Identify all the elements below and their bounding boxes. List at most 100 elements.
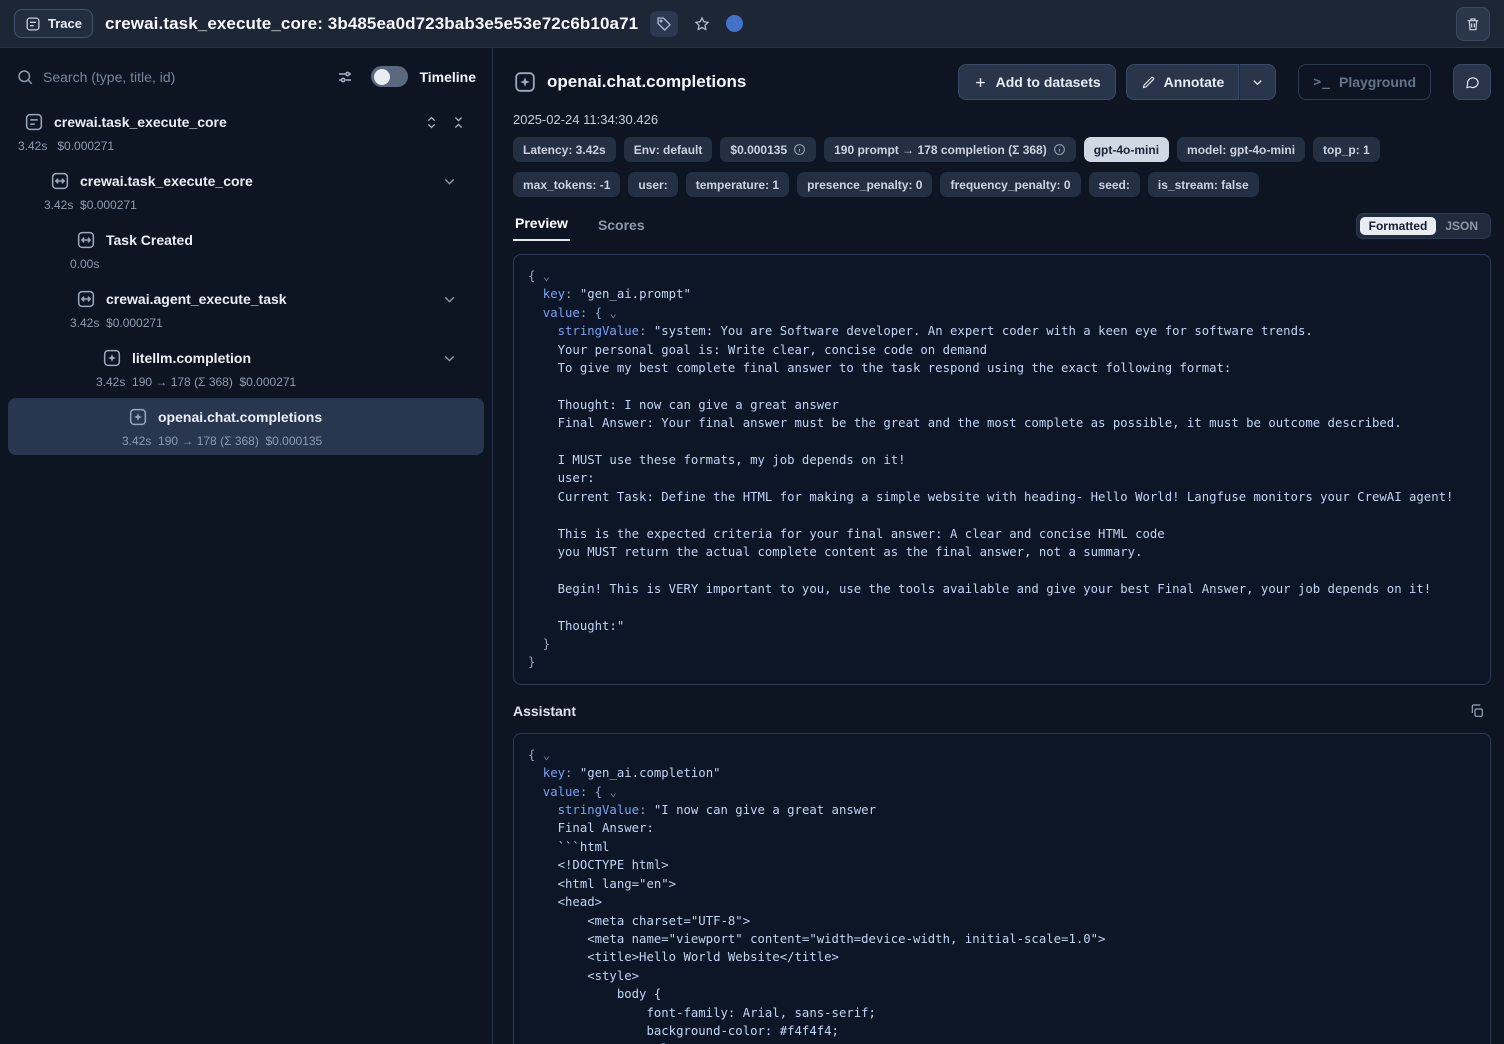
tree-actions	[424, 115, 466, 130]
tab-scores[interactable]: Scores	[596, 217, 647, 241]
metadata-badge: $0.000135	[720, 137, 816, 162]
tree-item-meta: 3.42s 190 → 178 (Σ 368) $0.000271	[96, 375, 484, 389]
annotate-button[interactable]: Annotate	[1126, 64, 1240, 100]
annotate-dropdown-button[interactable]	[1239, 64, 1276, 100]
filter-button[interactable]	[336, 67, 356, 87]
model-badge[interactable]: gpt-4o-mini	[1084, 137, 1169, 162]
delete-trace-button[interactable]	[1456, 7, 1490, 41]
trace-badge-label: Trace	[48, 16, 82, 31]
metadata-badge: top_p: 1	[1313, 137, 1380, 162]
tree-item-label: crewai.task_execute_core	[54, 114, 227, 130]
copy-icon	[1469, 703, 1485, 719]
header-actions: Add to datasets Annotate >_ Playground	[958, 64, 1491, 100]
observation-timestamp: 2025-02-24 11:34:30.426	[513, 112, 1491, 127]
gen-icon	[128, 407, 148, 427]
search-input[interactable]	[43, 69, 327, 85]
tree-item-label: openai.chat.completions	[158, 409, 322, 425]
tree-item-meta: 3.42s $0.000271	[18, 139, 484, 153]
assistant-label: Assistant	[513, 703, 576, 719]
tag-icon	[656, 16, 672, 32]
metadata-badge: seed:	[1089, 172, 1140, 197]
metadata-badge: 190 prompt → 178 completion (Σ 368)	[824, 137, 1076, 162]
span-icon	[76, 230, 96, 250]
badges-row-2: max_tokens: -1 user: temperature: 1 presenc…	[513, 172, 1491, 197]
trace-type-badge[interactable]: Trace	[14, 9, 93, 38]
trace-tree: crewai.task_execute_core3.42s $0.000271c…	[0, 97, 492, 455]
tree-item[interactable]: Task Created 0.00s	[8, 221, 484, 278]
search-row: Timeline	[0, 48, 492, 97]
metadata-badge: presence_penalty: 0	[797, 172, 932, 197]
star-button[interactable]	[690, 12, 714, 36]
assistant-row: Assistant	[513, 702, 1491, 720]
trace-tree-sidebar: Timeline crewai.task_execute_core 3.42s $…	[0, 48, 493, 1044]
generation-icon	[513, 70, 537, 94]
annotate-label: Annotate	[1164, 74, 1225, 90]
timeline-toggle[interactable]	[371, 66, 408, 87]
tree-item-meta: 3.42s 190 → 178 (Σ 368) $0.000135	[122, 434, 484, 448]
pencil-icon	[1141, 75, 1156, 90]
chevron-down-icon[interactable]	[441, 350, 458, 367]
prompt-json-block[interactable]: { ⌄ key: "gen_ai.prompt" value: { ⌄ stri…	[513, 254, 1491, 685]
gen-icon	[102, 348, 122, 368]
trace-title: crewai.task_execute_core: 3b485ea0d723ba…	[105, 14, 638, 34]
metadata-badge: temperature: 1	[686, 172, 789, 197]
tree-item-label: Task Created	[106, 232, 193, 248]
tree-item[interactable]: crewai.agent_execute_task 3.42s $0.000271	[8, 280, 484, 337]
tree-item-label: litellm.completion	[132, 350, 251, 366]
tree-item[interactable]: litellm.completion 3.42s 190 → 178 (Σ 368…	[8, 339, 484, 396]
info-icon	[1053, 143, 1066, 156]
chevron-down-icon[interactable]	[441, 173, 458, 190]
tree-item-meta: 0.00s	[70, 257, 484, 271]
tree-item[interactable]: crewai.task_execute_core 3.42s $0.000271	[8, 103, 484, 160]
tabs-row: Preview Scores Formatted JSON	[513, 213, 1491, 241]
badges-row-1: Latency: 3.42s Env: default $0.000135 190 p…	[513, 137, 1491, 162]
metadata-badge: max_tokens: -1	[513, 172, 620, 197]
top-bar: Trace crewai.task_execute_core: 3b485ea0…	[0, 0, 1504, 48]
tab-preview[interactable]: Preview	[513, 215, 570, 241]
format-toggle-json[interactable]: JSON	[1436, 217, 1487, 235]
environment-icon[interactable]	[726, 15, 743, 32]
metadata-badge: user:	[628, 172, 677, 197]
tree-item-meta: 3.42s $0.000271	[70, 316, 484, 330]
timeline-label: Timeline	[419, 69, 476, 85]
annotate-split-button: Annotate	[1126, 64, 1277, 100]
format-toggle-formatted[interactable]: Formatted	[1360, 217, 1437, 235]
span-icon	[50, 171, 70, 191]
metadata-badge: frequency_penalty: 0	[940, 172, 1080, 197]
playground-label: Playground	[1339, 74, 1416, 90]
tree-item-label: crewai.task_execute_core	[80, 173, 253, 189]
metadata-badge: Env: default	[624, 137, 713, 162]
terminal-icon: >_	[1313, 75, 1331, 90]
plus-icon	[973, 75, 988, 90]
info-icon	[793, 143, 806, 156]
tree-item[interactable]: openai.chat.completions 3.42s 190 → 178 (…	[8, 398, 484, 455]
chevron-down-icon	[1250, 75, 1265, 90]
search-icon	[16, 68, 34, 86]
copy-button[interactable]	[1469, 702, 1487, 720]
sliders-icon	[336, 68, 354, 86]
tree-item[interactable]: crewai.task_execute_core 3.42s $0.000271	[8, 162, 484, 219]
tree-item-label: crewai.agent_execute_task	[106, 291, 287, 307]
format-toggle: Formatted JSON	[1356, 213, 1491, 239]
metadata-badge: is_stream: false	[1148, 172, 1259, 197]
completion-json-block[interactable]: { ⌄ key: "gen_ai.completion" value: { ⌄ …	[513, 733, 1491, 1044]
comment-icon	[1465, 75, 1480, 90]
observation-title: openai.chat.completions	[547, 72, 746, 92]
tree-item-meta: 3.42s $0.000271	[44, 198, 484, 212]
add-to-datasets-button[interactable]: Add to datasets	[958, 64, 1116, 100]
collapse-all-icon[interactable]	[451, 115, 466, 130]
playground-button[interactable]: >_ Playground	[1298, 64, 1431, 100]
trace-icon	[24, 112, 44, 132]
expand-all-icon[interactable]	[424, 115, 439, 130]
tag-button[interactable]	[650, 11, 678, 37]
observation-header: openai.chat.completions Add to datasets …	[513, 64, 1491, 100]
star-icon	[694, 16, 710, 32]
metadata-badge: Latency: 3.42s	[513, 137, 616, 162]
chevron-down-icon[interactable]	[441, 291, 458, 308]
trace-icon	[25, 16, 41, 32]
add-to-datasets-label: Add to datasets	[996, 74, 1101, 90]
comments-button[interactable]	[1453, 64, 1491, 100]
metadata-badge: model: gpt-4o-mini	[1177, 137, 1305, 162]
observation-detail-panel: openai.chat.completions Add to datasets …	[493, 48, 1504, 1044]
trash-icon	[1465, 16, 1481, 32]
